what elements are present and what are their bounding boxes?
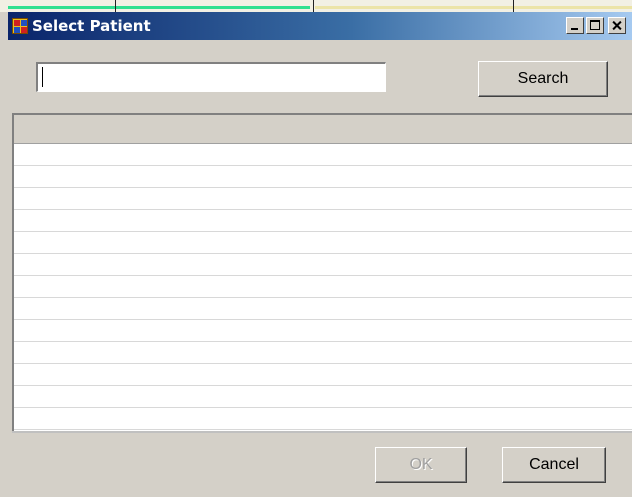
table-row[interactable] — [14, 210, 632, 232]
background-divider — [313, 0, 314, 12]
ok-button[interactable]: OK — [375, 447, 467, 483]
background-divider — [115, 0, 116, 12]
maximize-button[interactable] — [586, 17, 604, 34]
grid-bottom-edge — [12, 431, 632, 433]
search-input[interactable] — [35, 61, 387, 93]
table-row[interactable] — [14, 298, 632, 320]
background-divider — [513, 0, 514, 12]
cancel-button[interactable]: Cancel — [502, 447, 606, 483]
table-row[interactable] — [14, 386, 632, 408]
grid-header — [14, 115, 632, 144]
minimize-button[interactable] — [566, 17, 584, 34]
table-row[interactable] — [14, 276, 632, 298]
table-row[interactable] — [14, 254, 632, 276]
close-button[interactable] — [608, 17, 626, 34]
patient-grid[interactable] — [12, 113, 632, 431]
table-row[interactable] — [14, 166, 632, 188]
window-title: Select Patient — [32, 17, 151, 35]
background-app-strip — [0, 0, 632, 12]
table-row[interactable] — [14, 144, 632, 166]
table-row[interactable] — [14, 408, 632, 430]
text-caret — [42, 67, 43, 87]
background-progress-yellow — [315, 6, 632, 9]
table-row[interactable] — [14, 188, 632, 210]
grid-rows — [14, 144, 632, 430]
title-bar[interactable]: Select Patient — [8, 12, 632, 40]
table-row[interactable] — [14, 232, 632, 254]
background-progress-green — [8, 6, 310, 9]
search-button[interactable]: Search — [478, 61, 608, 97]
table-row[interactable] — [14, 364, 632, 386]
app-window-icon[interactable] — [12, 18, 28, 34]
table-row[interactable] — [14, 320, 632, 342]
table-row[interactable] — [14, 342, 632, 364]
